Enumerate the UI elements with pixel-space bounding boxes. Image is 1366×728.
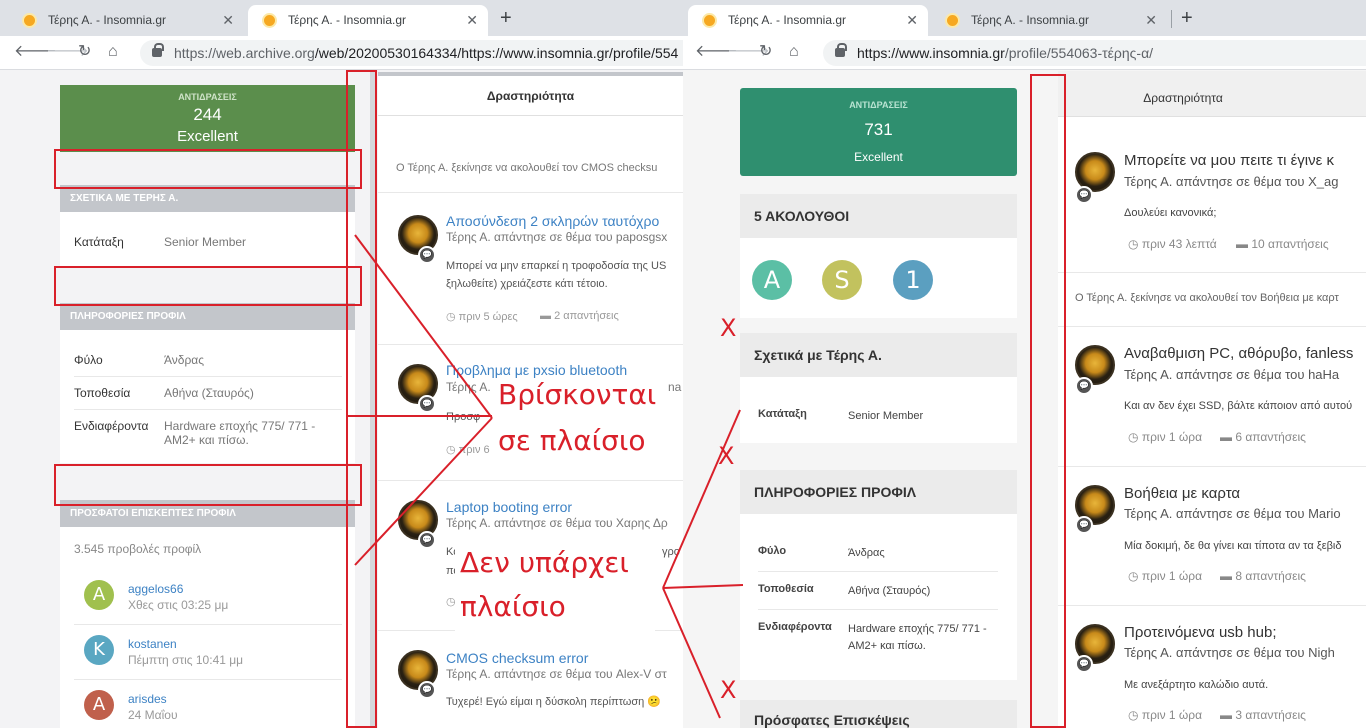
x-mark: X	[720, 314, 737, 342]
x-mark: X	[720, 676, 737, 704]
annotation-text: Δεν υπάρχει	[460, 546, 629, 579]
annotation-text: σε πλαίσιο	[498, 424, 646, 457]
annotation-text: Βρίσκονται	[498, 378, 657, 411]
annotation-text: πλαίσιο	[460, 590, 566, 623]
annotation-lines	[347, 234, 744, 719]
x-mark: X	[718, 442, 735, 470]
